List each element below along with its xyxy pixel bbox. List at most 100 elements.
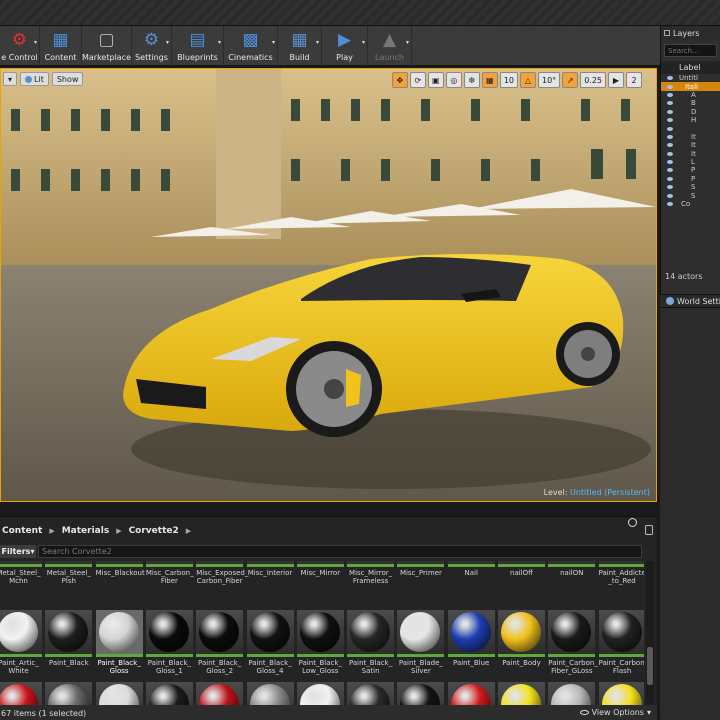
world-settings-tab[interactable]: World Settin [660, 294, 720, 308]
visibility-eye-icon[interactable] [667, 168, 673, 173]
outliner-row[interactable]: S [661, 191, 720, 200]
breadcrumb-item[interactable]: Corvette2 [129, 526, 179, 536]
scroll-thumb[interactable] [647, 647, 653, 685]
show-flags-button[interactable]: Show [51, 72, 84, 86]
search-icon[interactable] [628, 518, 637, 527]
view-options-button[interactable]: View Options ▾ [579, 708, 651, 717]
toolbar-build-button[interactable]: ▦ Build ▾ [278, 26, 322, 66]
asset-tile[interactable] [0, 682, 42, 705]
lit-mode-button[interactable]: Lit [20, 72, 49, 86]
visibility-eye-icon[interactable] [667, 160, 673, 165]
outliner-row[interactable]: It [661, 141, 720, 149]
asset-tile[interactable]: Metal_Steel_ Mchn [0, 561, 42, 585]
toolbar-play-button[interactable]: ▶ Play ▾ [322, 26, 368, 66]
asset-tile[interactable]: Paint_Carbon_ Fiber_GLoss [548, 610, 598, 675]
camera-speed-icon[interactable]: ▶ [608, 72, 624, 88]
asset-tile[interactable]: Misc_Exposed_ Carbon_Fiber [196, 561, 248, 585]
outliner-row[interactable]: B [661, 99, 720, 107]
level-viewport[interactable]: ▾ Lit Show ✥ ⟳ ▣ ◎ ✼ ▦ 10 △ 10° ↗ 0.25 ▶… [0, 68, 657, 502]
asset-tile[interactable]: Paint_Black_ Gloss_2 [196, 610, 244, 675]
scale-snap-value[interactable]: 0.25 [580, 72, 606, 88]
asset-tile[interactable] [246, 682, 294, 705]
outliner-row[interactable]: A [661, 91, 720, 99]
asset-tile[interactable]: Misc_Mirror [296, 561, 344, 577]
asset-tile[interactable] [598, 682, 644, 705]
visibility-eye-icon[interactable] [667, 101, 673, 106]
asset-tile[interactable]: Paint_Black_ Gloss [95, 610, 143, 675]
world-space-icon[interactable]: ◎ [445, 72, 462, 88]
toolbar-cinematics-button[interactable]: ▩ Cinematics ▾ [224, 26, 278, 66]
outliner-row[interactable]: S [661, 183, 720, 191]
breadcrumb-item[interactable]: Content [2, 526, 42, 536]
asset-tile[interactable] [196, 682, 244, 705]
asset-tile[interactable] [296, 682, 344, 705]
asset-tile[interactable]: Paint_Carbon_ Flash [598, 610, 644, 675]
asset-tile[interactable]: Nail [447, 561, 495, 577]
asset-tile[interactable]: Paint_Blue [447, 610, 495, 667]
asset-tile[interactable]: Paint_Black_ Gloss_4 [246, 610, 294, 675]
rotate-tool-icon[interactable]: ⟳ [409, 72, 426, 88]
dropdown-arrow-icon[interactable]: ▾ [34, 39, 37, 46]
dropdown-arrow-icon[interactable]: ▾ [362, 39, 365, 46]
asset-tile[interactable]: Paint_Addicted _to_Red [598, 561, 644, 585]
grid-snap-icon[interactable]: ▦ [481, 72, 498, 88]
toolbar-launch-button[interactable]: ▲ Launch ▾ [368, 26, 412, 66]
toolbar-marketplace-button[interactable]: ▢ Marketplace [82, 26, 132, 66]
asset-tile[interactable]: Paint_Artic_ White [0, 610, 42, 675]
viewport-menu-button[interactable]: ▾ [3, 72, 18, 86]
visibility-eye-icon[interactable] [667, 76, 673, 81]
visibility-eye-icon[interactable] [667, 134, 673, 139]
grid-size-value[interactable]: 10 [499, 72, 518, 88]
dropdown-arrow-icon[interactable]: ▾ [166, 39, 169, 46]
visibility-eye-icon[interactable] [667, 109, 673, 114]
outliner-row[interactable]: H [661, 116, 720, 124]
breadcrumb-item[interactable]: Materials [62, 526, 109, 536]
camera-speed-value[interactable]: 2 [626, 72, 642, 88]
dropdown-arrow-icon[interactable]: ▾ [406, 39, 409, 46]
layers-tab[interactable]: Layers [661, 26, 720, 40]
asset-tile[interactable] [145, 682, 193, 705]
asset-tile[interactable]: Paint_Black_ Satin [347, 610, 395, 675]
toolbar-blueprints-button[interactable]: ▤ Blueprints ▾ [172, 26, 224, 66]
toolbar-source-control-button[interactable]: ⚙ e Control ▾ [0, 26, 40, 66]
toolbar-settings-button[interactable]: ⚙ Settings ▾ [132, 26, 172, 66]
surface-snap-icon[interactable]: ✼ [463, 72, 480, 88]
asset-tile[interactable]: Paint_Black_ Low_Gloss [296, 610, 344, 675]
asset-tile[interactable]: Paint_Blade_ Silver [397, 610, 445, 675]
scale-snap-icon[interactable]: ↗ [562, 72, 579, 88]
visibility-eye-icon[interactable] [667, 126, 673, 131]
asset-tile[interactable] [447, 682, 495, 705]
asset-tile[interactable]: Misc_Interior [246, 561, 294, 577]
asset-tile[interactable]: nailON [548, 561, 596, 577]
visibility-eye-icon[interactable] [667, 185, 673, 190]
outliner-row[interactable]: It [661, 150, 720, 158]
breadcrumb-arrow-icon[interactable]: ▶ [186, 527, 191, 535]
visibility-eye-icon[interactable] [667, 176, 673, 181]
asset-tile[interactable]: nailOff [498, 561, 545, 577]
visibility-eye-icon[interactable] [667, 151, 673, 156]
asset-tile[interactable]: Paint_Black_ Gloss_1 [145, 610, 193, 675]
outliner-row[interactable]: P [661, 175, 720, 183]
asset-tile[interactable] [397, 682, 445, 705]
dropdown-arrow-icon[interactable]: ▾ [316, 39, 319, 46]
filters-button[interactable]: Filters ▾ [0, 545, 36, 558]
asset-tile[interactable]: Paint_Body [498, 610, 545, 667]
visibility-eye-icon[interactable] [667, 118, 673, 123]
move-tool-icon[interactable]: ✥ [391, 72, 408, 88]
scale-tool-icon[interactable]: ▣ [427, 72, 444, 88]
outliner-row[interactable]: It [661, 133, 720, 141]
outliner-row[interactable]: L [661, 158, 720, 166]
outliner-row[interactable]: P [661, 166, 720, 174]
visibility-eye-icon[interactable] [667, 193, 673, 198]
asset-tile[interactable] [548, 682, 596, 705]
asset-tile[interactable]: Paint_Black [45, 610, 93, 667]
asset-tile[interactable]: Misc_Primer [397, 561, 445, 577]
breadcrumb-arrow-icon[interactable]: ▶ [116, 527, 121, 535]
rotation-snap-icon[interactable]: △ [520, 72, 536, 88]
visibility-eye-icon[interactable] [667, 143, 673, 148]
rotation-snap-value[interactable]: 10° [538, 72, 561, 88]
outliner-row[interactable]: Co [661, 200, 720, 208]
asset-tile[interactable] [347, 682, 395, 705]
toolbar-content-browser-button[interactable]: ▦ Content [40, 26, 82, 66]
outliner-label-column[interactable]: Label [661, 61, 720, 74]
